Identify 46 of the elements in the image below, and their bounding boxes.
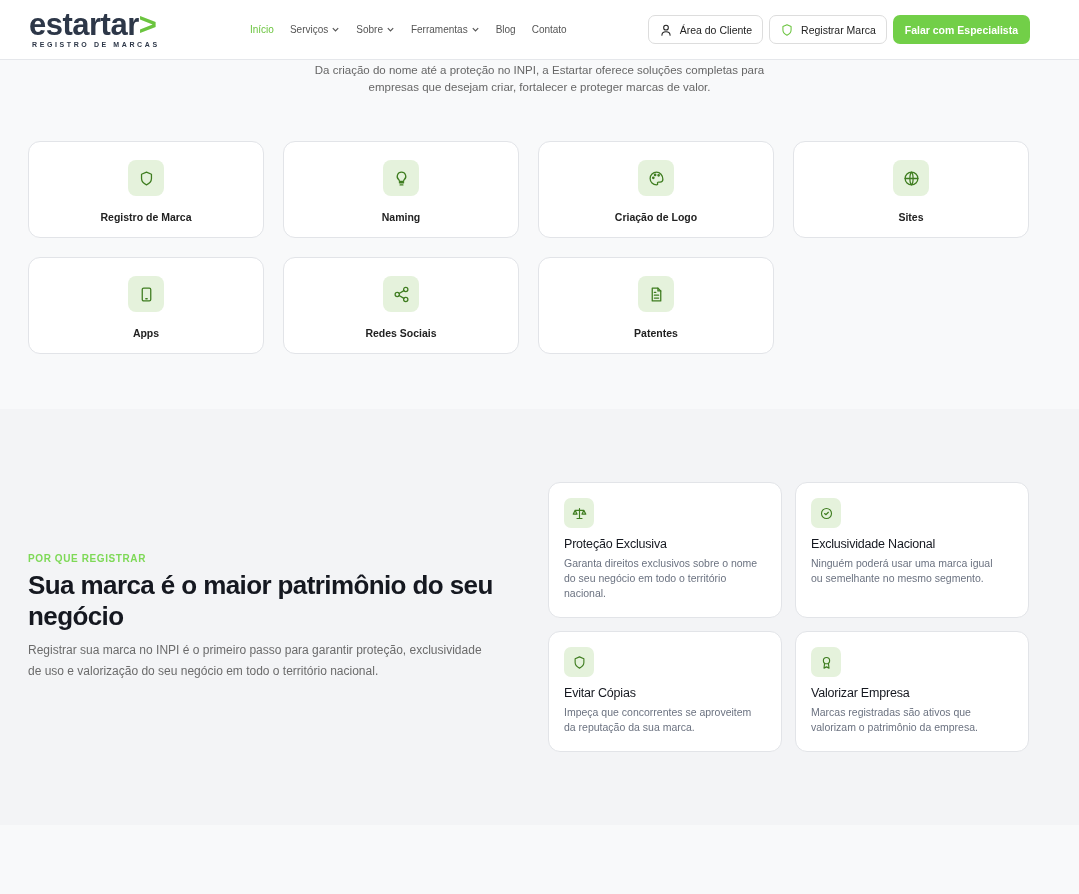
service-card[interactable]: Apps: [28, 257, 264, 354]
service-card[interactable]: Naming: [283, 141, 519, 238]
nav-link[interactable]: Blog: [495, 24, 516, 35]
service-card[interactable]: Redes Sociais: [283, 257, 519, 354]
scales-icon: [571, 505, 587, 521]
service-title: Naming: [381, 211, 421, 223]
nav-link[interactable]: Ferramentas: [410, 24, 480, 35]
service-card[interactable]: Sites: [793, 141, 1029, 238]
section-description: Registrar sua marca no INPI é o primeiro passo para garantir proteção, exclusividade de uso e valorização do seu negócio em todo o território nacional.: [28, 641, 483, 680]
nav-link[interactable]: Serviços: [289, 24, 341, 35]
benefit-text: Marcas registradas são ativos que valorizam o patrimônio da empresa.: [811, 705, 979, 735]
logo-mark: >: [138, 11, 157, 39]
shield-icon: [780, 22, 795, 37]
eyebrow-label: POR QUE REGISTRAR: [28, 552, 147, 564]
chevron-down-icon: [331, 25, 341, 34]
benefit-text: Ninguém poderá usar uma marca igual ou semelhante no mesmo segmento.: [811, 556, 994, 586]
logo-text: estartar: [29, 11, 139, 39]
benefit-title: Proteção Exclusiva: [564, 537, 668, 551]
benefit-title: Evitar Cópias: [564, 686, 637, 700]
nav-link[interactable]: Contato: [531, 24, 567, 35]
benefit-text: Garanta direitos exclusivos sobre o nome do seu negócio em todo o território nacional.: [564, 556, 759, 601]
share-icon: [392, 285, 410, 303]
service-title: Criação de Logo: [614, 211, 698, 223]
benefit-title: Exclusividade Nacional: [811, 537, 937, 551]
service-card[interactable]: Patentes: [538, 257, 774, 354]
service-title: Sites: [898, 211, 924, 223]
check-circle-icon: [818, 505, 834, 521]
service-title: Redes Sociais: [365, 327, 437, 339]
section-heading: Sua marca é o maior patrimônio do seu negócio: [28, 569, 494, 632]
header-button[interactable]: Área do Cliente: [647, 15, 764, 44]
globe-icon: [902, 169, 920, 187]
shield-icon: [571, 654, 587, 670]
header-button[interactable]: Registrar Marca: [769, 15, 887, 44]
chevron-down-icon: [470, 25, 480, 34]
chevron-down-icon: [385, 25, 395, 34]
user-icon: [658, 22, 673, 37]
intro-text: Da criação do nome até a proteção no INPI, a Estartar oferece soluções completas para empresas que desejam criar, fortalecer e proteger marcas de valor.: [313, 63, 766, 95]
service-title: Patentes: [634, 327, 678, 339]
service-card[interactable]: Registro de Marca: [28, 141, 264, 238]
service-card[interactable]: Criação de Logo: [538, 141, 774, 238]
service-title: Registro de Marca: [100, 211, 192, 223]
service-title: Apps: [132, 327, 160, 339]
nav-link[interactable]: Sobre: [356, 24, 395, 35]
benefit-title: Valorizar Empresa: [811, 686, 911, 700]
benefit-text: Impeça que concorrentes se aproveitem da reputação da sua marca.: [564, 705, 753, 735]
palette-icon: [647, 169, 665, 187]
